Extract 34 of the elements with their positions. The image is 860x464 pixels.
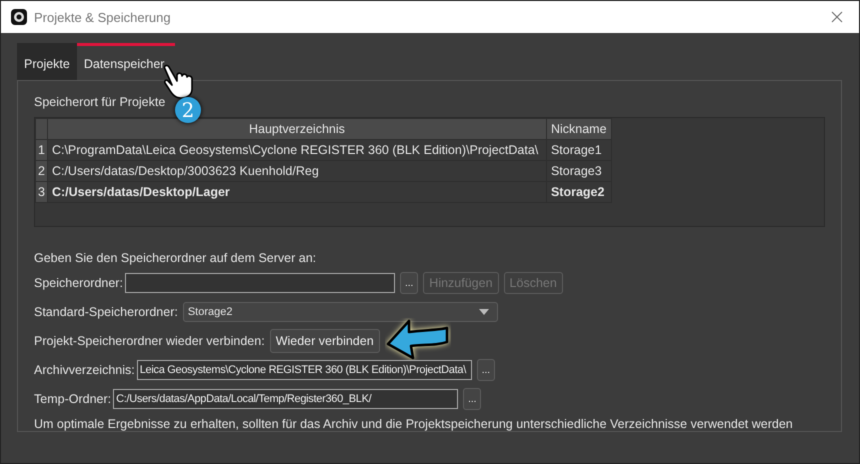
table-cell: Storage3	[546, 160, 612, 182]
input-field[interactable]	[124, 273, 395, 293]
arrow-icon	[384, 318, 451, 360]
note-text: Um optimale Ergebnisse zu erhalten, sollten für das Archiv und die Projektspeicherung unterschiedliche Verzeichnisse verwendet werden	[34, 417, 794, 431]
field-label: Archivverzeichnis:	[34, 363, 135, 377]
browse-button[interactable]: ...	[463, 388, 482, 410]
app-logo-icon	[11, 9, 27, 25]
field-label: Speicherordner:	[34, 276, 123, 290]
window-title: Projekte & Speicherung	[34, 10, 171, 24]
instruction-text: Geben Sie den Speicherordner auf dem Server an:	[34, 251, 318, 265]
close-icon[interactable]	[831, 11, 843, 23]
browse-button[interactable]: ...	[400, 272, 418, 294]
step-badge: 2	[175, 97, 201, 123]
input-field[interactable]: C:/Users/datas/AppData/Local/Temp/Register360_BLK/	[113, 389, 458, 409]
row-number: 1	[36, 140, 48, 160]
column-header[interactable]: Hauptverzeichnis	[47, 118, 546, 140]
table-cell: C:/Users/datas/Desktop/Lager	[47, 182, 546, 202]
table-cell: Storage1	[546, 140, 612, 160]
column-header[interactable]: Nickname	[546, 118, 612, 140]
input-field[interactable]: Leica Geosystems\Cyclone REGISTER 360 (BLK Edition)\ProjectData\	[136, 360, 472, 380]
row-number: 3	[36, 182, 48, 202]
tab[interactable]: Projekte	[17, 43, 77, 80]
reconnect-button[interactable]: Wieder verbinden	[270, 329, 380, 353]
table-cell: C:\ProgramData\Leica Geosystems\Cyclone REGISTER 360 (BLK Edition)\ProjectData\	[47, 140, 546, 160]
field-label: Temp-Ordner:	[34, 392, 112, 406]
browse-button[interactable]: ...	[476, 359, 496, 381]
dropdown[interactable]: Storage2	[182, 302, 498, 322]
dropdown-arrow-icon	[478, 309, 489, 315]
table-cell: Storage2	[546, 182, 612, 202]
table-cell: C:/Users/datas/Desktop/3003623 Kuenhold/Reg	[47, 160, 546, 182]
row-number: 2	[36, 160, 48, 182]
field-label: Projekt-Speicherordner wieder verbinden:	[34, 334, 265, 348]
field-label: Standard-Speicherordner:	[34, 305, 178, 319]
section-label: Speicherort für Projekte	[34, 95, 166, 109]
